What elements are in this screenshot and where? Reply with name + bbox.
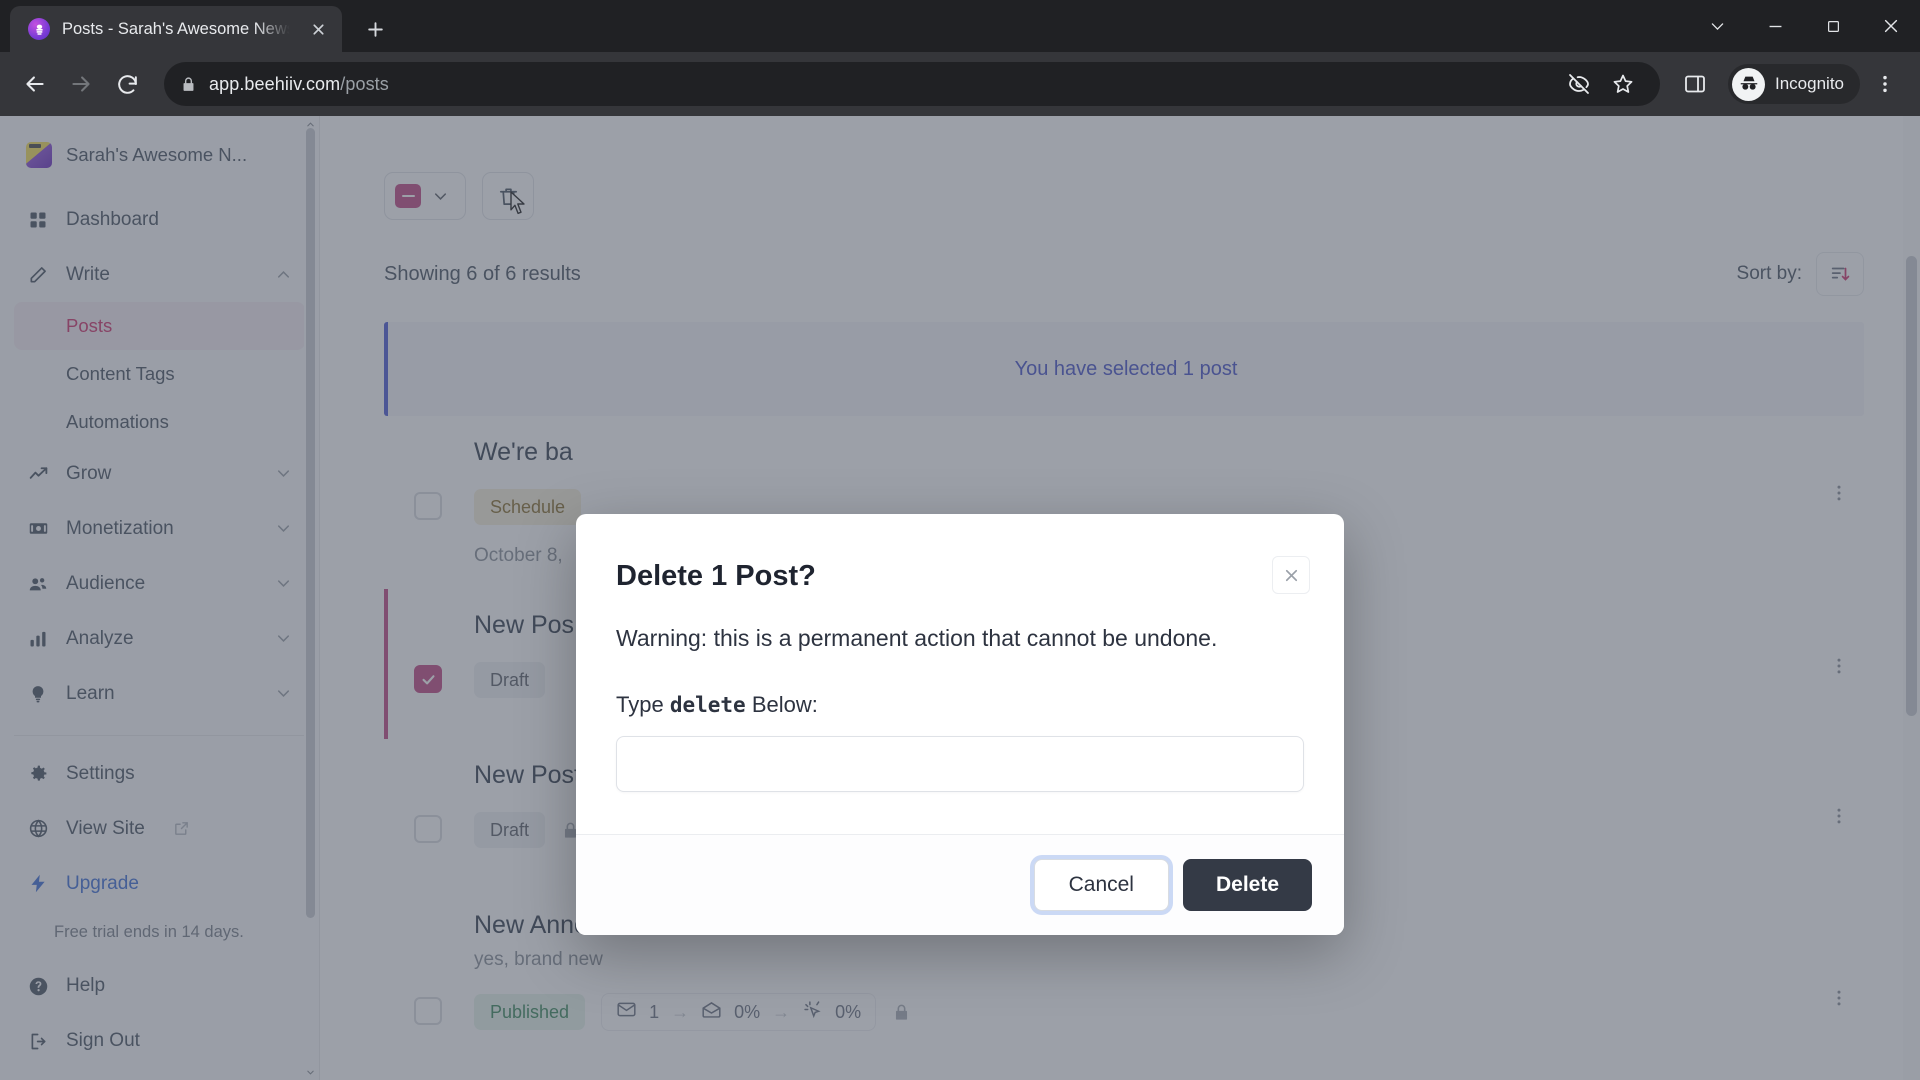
delete-confirmation-modal: Delete 1 Post? Warning: this is a perman…: [576, 514, 1344, 935]
page-viewport: Sarah's Awesome N... Dashboard Write: [0, 116, 1920, 1080]
profile-label: Incognito: [1775, 74, 1844, 93]
url-text: app.beehiiv.com/posts: [209, 74, 389, 95]
delete-button[interactable]: Delete: [1182, 859, 1312, 911]
bookmark-star-icon[interactable]: [1602, 63, 1644, 105]
side-panel-icon[interactable]: [1674, 63, 1716, 105]
modal-prompt: Type delete Below:: [616, 692, 1304, 718]
delete-confirmation-input[interactable]: [616, 736, 1304, 792]
maximize-button[interactable]: [1804, 0, 1862, 52]
beehiiv-favicon: [28, 18, 50, 40]
prompt-suffix: Below:: [751, 692, 818, 717]
modal-body: Delete 1 Post? Warning: this is a perman…: [576, 514, 1344, 834]
tab-title: Posts - Sarah's Awesome Newsle: [62, 19, 292, 38]
new-tab-button[interactable]: [356, 10, 394, 48]
window-controls: [1688, 0, 1920, 52]
lock-icon: [180, 76, 197, 93]
incognito-icon: [1732, 67, 1765, 101]
eye-off-icon[interactable]: [1558, 63, 1600, 105]
modal-footer: Cancel Delete: [576, 834, 1344, 935]
url-host: app.beehiiv.com: [209, 73, 341, 94]
url-path: /posts: [340, 73, 389, 94]
minimize-button[interactable]: [1746, 0, 1804, 52]
close-icon[interactable]: [1272, 556, 1310, 594]
forward-icon[interactable]: [60, 63, 102, 105]
modal-warning-text: Warning: this is a permanent action that…: [616, 625, 1218, 651]
back-icon[interactable]: [14, 63, 56, 105]
cancel-button[interactable]: Cancel: [1033, 859, 1169, 911]
prompt-keyword: delete: [669, 693, 746, 717]
tab-close-icon[interactable]: [304, 15, 332, 43]
browser-window: Posts - Sarah's Awesome Newsle app.beehi…: [0, 0, 1920, 1080]
modal-title: Delete 1 Post?: [616, 560, 816, 592]
chevron-down-icon[interactable]: [1688, 0, 1746, 52]
tab-strip: Posts - Sarah's Awesome Newsle: [0, 0, 1920, 52]
browser-tab[interactable]: Posts - Sarah's Awesome Newsle: [10, 6, 342, 52]
address-bar[interactable]: app.beehiiv.com/posts: [164, 62, 1660, 106]
prompt-prefix: Type: [616, 692, 664, 717]
close-window-button[interactable]: [1862, 0, 1920, 52]
reload-icon[interactable]: [106, 63, 148, 105]
profile-incognito-button[interactable]: Incognito: [1728, 64, 1860, 104]
omnibox-actions: [1558, 63, 1644, 105]
chrome-menu-icon[interactable]: [1864, 63, 1906, 105]
browser-toolbar: app.beehiiv.com/posts Incognito: [0, 52, 1920, 116]
